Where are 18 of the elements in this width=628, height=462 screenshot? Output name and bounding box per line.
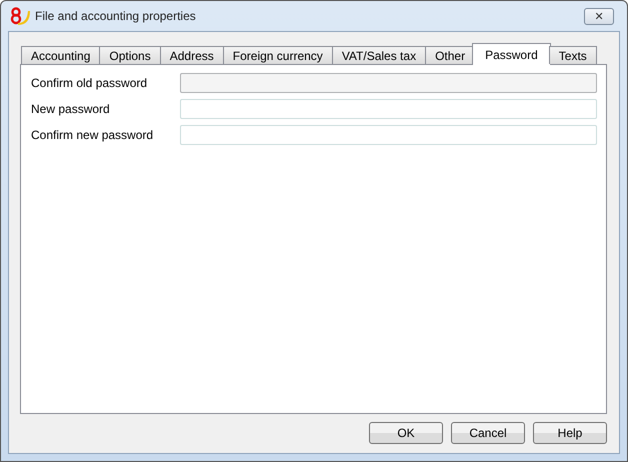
tab[interactable]: Accounting xyxy=(21,46,100,64)
close-button[interactable]: ✕ xyxy=(584,8,614,24)
field-label: Confirm old password xyxy=(31,76,148,90)
password-field[interactable] xyxy=(180,99,597,119)
tab[interactable]: Foreign currency xyxy=(222,46,333,64)
password-field[interactable] xyxy=(180,125,597,145)
app-logo-icon xyxy=(9,6,31,26)
dialog-button[interactable]: Cancel xyxy=(451,422,525,444)
tab[interactable]: Password xyxy=(472,43,551,65)
field-label: Confirm new password xyxy=(31,128,154,142)
dialog-button[interactable]: OK xyxy=(369,422,443,444)
dialog-button[interactable]: Help xyxy=(533,422,607,444)
field-label: New password xyxy=(31,102,111,116)
tab[interactable]: Options xyxy=(99,46,161,64)
tab[interactable]: Texts xyxy=(548,46,597,64)
tab[interactable]: Address xyxy=(160,46,224,64)
tab[interactable]: VAT/Sales tax xyxy=(332,46,426,64)
window-title: File and accounting properties xyxy=(35,9,197,23)
